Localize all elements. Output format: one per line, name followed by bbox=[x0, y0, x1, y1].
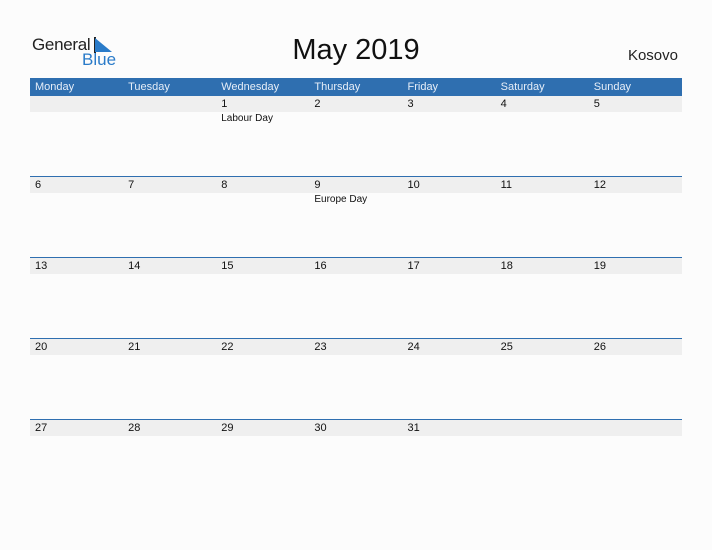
holiday-label bbox=[216, 193, 309, 207]
day-number: 8 bbox=[221, 179, 228, 191]
day-number: 24 bbox=[407, 341, 420, 353]
holiday-label bbox=[403, 112, 496, 126]
day-number: 11 bbox=[500, 179, 513, 191]
day-number: 30 bbox=[314, 422, 327, 434]
day-number bbox=[496, 420, 589, 436]
day-number-row: 20 21 22 23 24 25 26 bbox=[30, 339, 682, 355]
day-number: 3 bbox=[407, 98, 414, 110]
day-number bbox=[123, 96, 216, 112]
weekday-label: Monday bbox=[35, 81, 75, 93]
holiday-label bbox=[496, 193, 589, 207]
day-number: 28 bbox=[128, 422, 141, 434]
weekday-label: Wednesday bbox=[221, 81, 280, 93]
day-number: 16 bbox=[314, 260, 327, 272]
weekday-label: Thursday bbox=[314, 81, 361, 93]
day-number: 29 bbox=[221, 422, 234, 434]
week-row: 27 28 29 30 31 bbox=[30, 419, 682, 499]
day-number: 4 bbox=[500, 98, 507, 110]
page-title: May 2019 bbox=[292, 34, 420, 66]
day-number bbox=[589, 420, 682, 436]
weekday-header: Monday Tuesday Wednesday Thursday Friday… bbox=[30, 78, 682, 96]
day-number: 7 bbox=[128, 179, 135, 191]
holiday-label bbox=[403, 193, 496, 207]
day-number: 21 bbox=[128, 341, 141, 353]
holiday-label bbox=[30, 193, 123, 207]
day-number: 13 bbox=[35, 260, 48, 272]
day-number: 20 bbox=[35, 341, 48, 353]
day-number: 1 bbox=[221, 98, 228, 110]
event-row: Europe Day bbox=[30, 193, 682, 207]
day-number: 15 bbox=[221, 260, 234, 272]
holiday-label bbox=[309, 112, 402, 126]
holiday-label bbox=[589, 112, 682, 126]
day-number bbox=[30, 96, 123, 112]
week-row: 6 7 8 9 10 11 12 Europe Day bbox=[30, 176, 682, 256]
event-row: Labour Day bbox=[30, 112, 682, 126]
week-row: 1 2 3 4 5 Labour Day bbox=[30, 95, 682, 175]
holiday-label bbox=[496, 112, 589, 126]
day-number: 9 bbox=[314, 179, 321, 191]
day-number: 6 bbox=[35, 179, 42, 191]
holiday-label bbox=[589, 193, 682, 207]
country-label: Kosovo bbox=[627, 47, 678, 64]
day-number-row: 6 7 8 9 10 11 12 bbox=[30, 177, 682, 193]
day-number: 31 bbox=[407, 422, 420, 434]
day-number: 17 bbox=[407, 260, 420, 272]
day-number: 10 bbox=[407, 179, 420, 191]
weekday-label: Sunday bbox=[593, 81, 632, 93]
day-number: 22 bbox=[221, 341, 234, 353]
day-number: 12 bbox=[593, 179, 606, 191]
day-number: 25 bbox=[500, 341, 513, 353]
holiday-label bbox=[30, 112, 123, 126]
day-number: 19 bbox=[593, 260, 606, 272]
day-number-row: 13 14 15 16 17 18 19 bbox=[30, 258, 682, 274]
day-number-row: 1 2 3 4 5 bbox=[30, 96, 682, 112]
weekday-label: Saturday bbox=[500, 81, 545, 93]
week-row: 20 21 22 23 24 25 26 bbox=[30, 338, 682, 418]
day-number: 26 bbox=[593, 341, 606, 353]
day-number: 27 bbox=[35, 422, 48, 434]
day-number: 14 bbox=[128, 260, 141, 272]
holiday-label bbox=[123, 112, 216, 126]
holiday-label bbox=[123, 193, 216, 207]
weekday-label: Friday bbox=[407, 81, 439, 93]
holiday-label: Europe Day bbox=[314, 194, 368, 205]
holiday-label: Labour Day bbox=[221, 113, 273, 124]
week-row: 13 14 15 16 17 18 19 bbox=[30, 257, 682, 337]
day-number-row: 27 28 29 30 31 bbox=[30, 420, 682, 436]
day-number: 5 bbox=[593, 98, 600, 110]
day-number: 2 bbox=[314, 98, 321, 110]
day-number: 18 bbox=[500, 260, 513, 272]
weekday-label: Tuesday bbox=[128, 81, 170, 93]
day-number: 23 bbox=[314, 341, 327, 353]
